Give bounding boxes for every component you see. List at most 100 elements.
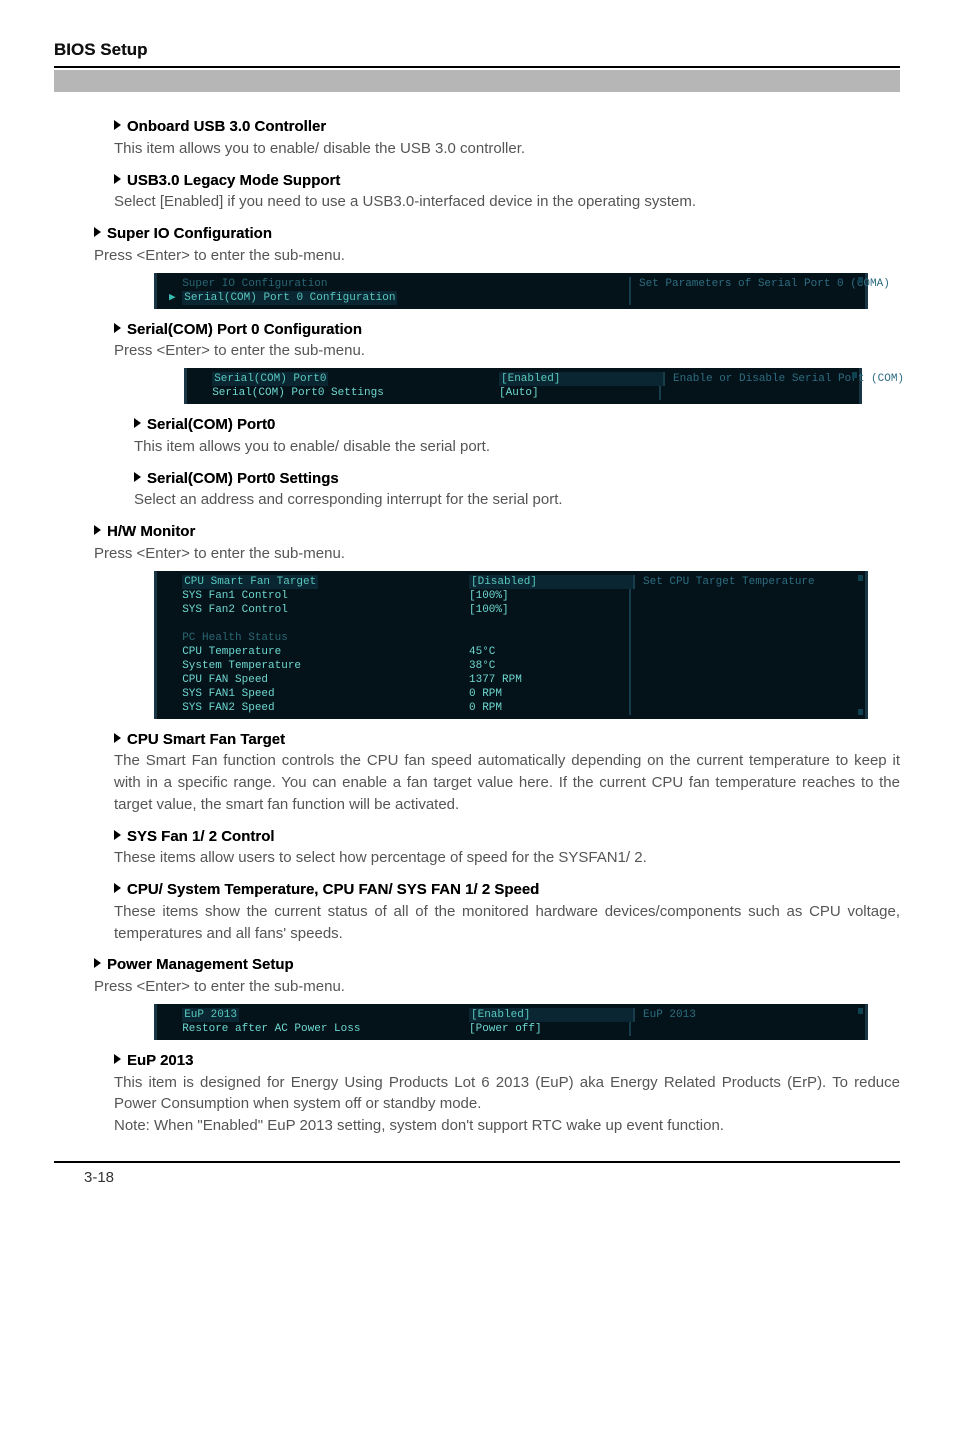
item-title: H/W Monitor bbox=[107, 523, 195, 540]
triangle-icon bbox=[114, 120, 121, 130]
bios-row-value bbox=[469, 631, 629, 645]
bios-blank bbox=[629, 687, 865, 701]
item-super-io: Super IO Configuration bbox=[94, 223, 900, 245]
triangle-icon bbox=[94, 525, 101, 535]
scrollbar-bit bbox=[858, 575, 863, 581]
bios-row-label: EuP 2013 bbox=[157, 1008, 469, 1022]
bios-row-value: [Enabled] bbox=[469, 1008, 633, 1022]
item-title: CPU/ System Temperature, CPU FAN/ SYS FA… bbox=[127, 881, 539, 898]
bios-row-value: [100%] bbox=[469, 589, 629, 603]
scrollbar-bit bbox=[858, 709, 863, 715]
item-desc: These items show the current status of a… bbox=[114, 901, 900, 945]
item-title: CPU Smart Fan Target bbox=[127, 731, 285, 748]
bios-blank bbox=[629, 645, 865, 659]
bios-row-value: 0 RPM bbox=[469, 701, 629, 715]
bios-row-value: [Auto] bbox=[499, 386, 659, 400]
bios-blank bbox=[629, 659, 865, 673]
triangle-icon bbox=[114, 174, 121, 184]
bios-row-label: ▶ Serial(COM) Port 0 Configuration bbox=[157, 291, 469, 305]
item-enter: Press <Enter> to enter the sub-menu. bbox=[114, 340, 900, 362]
bios-screenshot-super-io: Super IO Configuration Set Parameters of… bbox=[154, 273, 868, 309]
item-title: Onboard USB 3.0 Controller bbox=[127, 118, 326, 135]
scrollbar-bit bbox=[858, 277, 863, 283]
bios-row-label: CPU Temperature bbox=[157, 645, 469, 659]
item-title: Serial(COM) Port 0 Configuration bbox=[127, 321, 362, 338]
bios-row-label bbox=[157, 617, 469, 631]
bios-row-value bbox=[469, 277, 629, 291]
bios-row-value: 1377 RPM bbox=[469, 673, 629, 687]
item-enter: Press <Enter> to enter the sub-menu. bbox=[94, 245, 900, 267]
bios-blank bbox=[629, 589, 865, 603]
item-usb30-legacy: USB3.0 Legacy Mode Support bbox=[114, 170, 900, 192]
item-title: Super IO Configuration bbox=[107, 225, 272, 242]
triangle-icon bbox=[114, 323, 121, 333]
bios-screenshot-serial-port0: Serial(COM) Port0 [Enabled] Enable or Di… bbox=[184, 368, 862, 404]
bios-blank bbox=[629, 617, 865, 631]
item-title: Serial(COM) Port0 Settings bbox=[147, 470, 339, 487]
item-serial-port0-config: Serial(COM) Port 0 Configuration bbox=[114, 319, 900, 341]
bios-help: Enable or Disable Serial Port (COM) bbox=[663, 372, 914, 386]
bios-row-value: [100%] bbox=[469, 603, 629, 617]
bios-help-blank bbox=[659, 386, 859, 400]
item-power-management: Power Management Setup bbox=[94, 954, 900, 976]
bios-row-label: Restore after AC Power Loss bbox=[157, 1022, 469, 1036]
bios-row-value: 45°C bbox=[469, 645, 629, 659]
item-sys-fan-12: SYS Fan 1/ 2 Control bbox=[114, 826, 900, 848]
scrollbar-bit bbox=[852, 372, 857, 378]
bios-blank bbox=[629, 701, 865, 715]
content: Onboard USB 3.0 Controller This item all… bbox=[54, 116, 900, 1137]
item-desc: This item allows you to enable/ disable … bbox=[114, 138, 900, 160]
bios-blank bbox=[629, 673, 865, 687]
bios-screenshot-hw-monitor: CPU Smart Fan Target[Disabled]Set CPU Ta… bbox=[154, 571, 868, 719]
triangle-icon bbox=[114, 733, 121, 743]
item-enter: Press <Enter> to enter the sub-menu. bbox=[94, 543, 900, 565]
triangle-icon bbox=[114, 830, 121, 840]
triangle-icon bbox=[134, 472, 141, 482]
bios-blank bbox=[629, 603, 865, 617]
bios-row-label: SYS Fan2 Control bbox=[157, 603, 469, 617]
bios-row-value: [Disabled] bbox=[469, 575, 633, 589]
page-title: BIOS Setup bbox=[54, 40, 900, 60]
item-hw-monitor: H/W Monitor bbox=[94, 521, 900, 543]
bios-row-label: CPU Smart Fan Target bbox=[157, 575, 469, 589]
item-title: EuP 2013 bbox=[127, 1052, 193, 1069]
triangle-icon bbox=[134, 418, 141, 428]
item-temp-speed: CPU/ System Temperature, CPU FAN/ SYS FA… bbox=[114, 879, 900, 901]
item-desc: The Smart Fan function controls the CPU … bbox=[114, 750, 900, 815]
bios-row-label: Serial(COM) Port0 bbox=[187, 372, 499, 386]
header-rule bbox=[54, 66, 900, 68]
bios-row-value: [Enabled] bbox=[499, 372, 663, 386]
bios-help-blank bbox=[629, 291, 865, 305]
bios-row-label: SYS FAN2 Speed bbox=[157, 701, 469, 715]
item-onboard-usb30: Onboard USB 3.0 Controller bbox=[114, 116, 900, 138]
item-title: Power Management Setup bbox=[107, 956, 294, 973]
item-serial-port0: Serial(COM) Port0 bbox=[134, 414, 900, 436]
bios-row-label: System Temperature bbox=[157, 659, 469, 673]
header-band bbox=[54, 70, 900, 92]
item-desc: This item is designed for Energy Using P… bbox=[114, 1072, 900, 1116]
footer-rule bbox=[54, 1161, 900, 1163]
bios-row-label: PC Health Status bbox=[157, 631, 469, 645]
triangle-icon bbox=[94, 958, 101, 968]
bios-blank bbox=[629, 631, 865, 645]
page-number: 3-18 bbox=[84, 1169, 900, 1186]
scrollbar-bit bbox=[858, 1008, 863, 1014]
bios-row-value bbox=[469, 617, 629, 631]
bios-row-value: 38°C bbox=[469, 659, 629, 673]
item-title: USB3.0 Legacy Mode Support bbox=[127, 172, 340, 189]
bios-row-value bbox=[469, 291, 629, 305]
item-cpu-smart-fan: CPU Smart Fan Target bbox=[114, 729, 900, 751]
item-serial-port0-settings: Serial(COM) Port0 Settings bbox=[134, 468, 900, 490]
bios-help: Set CPU Target Temperature bbox=[633, 575, 865, 589]
triangle-icon bbox=[94, 227, 101, 237]
bios-blank bbox=[629, 1022, 865, 1036]
item-enter: Press <Enter> to enter the sub-menu. bbox=[94, 976, 900, 998]
item-desc: This item allows you to enable/ disable … bbox=[134, 436, 900, 458]
triangle-icon bbox=[114, 883, 121, 893]
item-note: Note: When "Enabled" EuP 2013 setting, s… bbox=[114, 1115, 900, 1137]
item-desc: Select [Enabled] if you need to use a US… bbox=[114, 191, 900, 213]
bios-help: EuP 2013 bbox=[633, 1008, 865, 1022]
triangle-icon bbox=[114, 1054, 121, 1064]
item-title: SYS Fan 1/ 2 Control bbox=[127, 828, 275, 845]
bios-row-label: SYS Fan1 Control bbox=[157, 589, 469, 603]
